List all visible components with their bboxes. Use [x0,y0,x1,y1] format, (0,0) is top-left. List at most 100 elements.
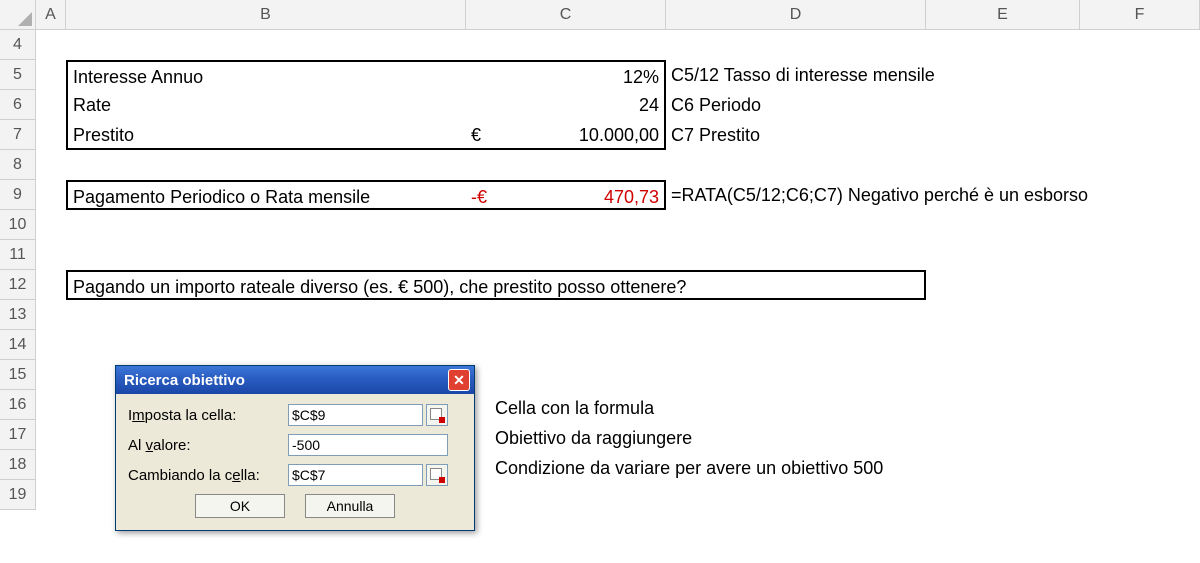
cell-F13[interactable] [1080,300,1200,330]
cell-B10[interactable] [66,210,466,240]
col-header-B[interactable]: B [66,0,466,30]
cell-C13[interactable] [466,300,666,330]
row-header-12[interactable]: 12 [0,270,36,300]
cell-F16[interactable] [1080,390,1200,420]
cell-A9[interactable] [36,180,66,210]
cell-A5[interactable] [36,60,66,90]
cell-F4[interactable] [1080,30,1200,60]
cell-E16[interactable] [926,390,1080,420]
row-header-13[interactable]: 13 [0,300,36,330]
cell-C14[interactable] [466,330,666,360]
cell-A14[interactable] [36,330,66,360]
row-header-10[interactable]: 10 [0,210,36,240]
cell-E8[interactable] [926,150,1080,180]
cell-F5[interactable] [1080,60,1200,90]
cell-A16[interactable] [36,390,66,420]
cell-A18[interactable] [36,450,66,480]
cell-E15[interactable] [926,360,1080,390]
cell-D10[interactable] [666,210,926,240]
row-header-18[interactable]: 18 [0,450,36,480]
cell-A15[interactable] [36,360,66,390]
cell-D6[interactable]: C6 Periodo [666,90,926,120]
cell-E11[interactable] [926,240,1080,270]
cell-A6[interactable] [36,90,66,120]
cell-C15[interactable] [466,360,666,390]
row-header-15[interactable]: 15 [0,360,36,390]
cell-A12[interactable] [36,270,66,300]
cell-B14[interactable] [66,330,466,360]
cell-E10[interactable] [926,210,1080,240]
cell-D14[interactable] [666,330,926,360]
col-header-E[interactable]: E [926,0,1080,30]
cell-D9[interactable]: =RATA(C5/12;C6;C7) Negativo perché è un … [666,180,926,210]
collapse-dialog-icon[interactable] [426,464,448,486]
ok-button[interactable]: OK [195,494,285,518]
cancel-button[interactable]: Annulla [305,494,395,518]
select-all-corner[interactable] [0,0,36,30]
cell-F18[interactable] [1080,450,1200,480]
row-header-14[interactable]: 14 [0,330,36,360]
cell-B11[interactable] [66,240,466,270]
to-value-input[interactable] [288,434,448,456]
cell-A8[interactable] [36,150,66,180]
cell-A11[interactable] [36,240,66,270]
col-header-D[interactable]: D [666,0,926,30]
cell-B12[interactable]: Pagando un importo rateale diverso (es. … [66,270,926,300]
cell-D5[interactable]: C5/12 Tasso di interesse mensile [666,60,926,90]
cell-C11[interactable] [466,240,666,270]
close-icon[interactable]: ✕ [448,369,470,391]
cell-E17[interactable] [926,420,1080,450]
row-header-7[interactable]: 7 [0,120,36,150]
set-cell-input[interactable] [288,404,423,426]
cell-F7[interactable] [1080,120,1200,150]
row-header-9[interactable]: 9 [0,180,36,210]
cell-D13[interactable] [666,300,926,330]
col-header-C[interactable]: C [466,0,666,30]
col-header-F[interactable]: F [1080,0,1200,30]
cell-D4[interactable] [666,30,926,60]
cell-C5[interactable]: 12% [466,60,666,90]
row-header-11[interactable]: 11 [0,240,36,270]
cell-E14[interactable] [926,330,1080,360]
cell-C10[interactable] [466,210,666,240]
cell-A4[interactable] [36,30,66,60]
cell-A13[interactable] [36,300,66,330]
row-header-8[interactable]: 8 [0,150,36,180]
cell-F11[interactable] [1080,240,1200,270]
cell-F9[interactable] [1080,180,1200,210]
cell-A17[interactable] [36,420,66,450]
cell-D11[interactable] [666,240,926,270]
dialog-titlebar[interactable]: Ricerca obiettivo ✕ [116,366,474,394]
cell-A10[interactable] [36,210,66,240]
cell-C6[interactable]: 24 [466,90,666,120]
cell-C9[interactable]: -€ 470,73 [466,180,666,210]
cell-F8[interactable] [1080,150,1200,180]
cell-D15[interactable] [666,360,926,390]
cell-C4[interactable] [466,30,666,60]
row-header-4[interactable]: 4 [0,30,36,60]
row-header-6[interactable]: 6 [0,90,36,120]
cell-C8[interactable] [466,150,666,180]
cell-B6[interactable]: Rate [66,90,466,120]
cell-D7[interactable]: C7 Prestito [666,120,926,150]
cell-F19[interactable] [1080,480,1200,510]
cell-D16[interactable] [666,390,926,420]
cell-F10[interactable] [1080,210,1200,240]
row-header-19[interactable]: 19 [0,480,36,510]
row-header-5[interactable]: 5 [0,60,36,90]
by-changing-cell-input[interactable] [288,464,423,486]
cell-B9[interactable]: Pagamento Periodico o Rata mensile [66,180,466,210]
cell-E18[interactable] [926,450,1080,480]
cell-A7[interactable] [36,120,66,150]
col-header-A[interactable]: A [36,0,66,30]
cell-E19[interactable] [926,480,1080,510]
cell-B4[interactable] [66,30,466,60]
row-header-16[interactable]: 16 [0,390,36,420]
cell-E7[interactable] [926,120,1080,150]
cell-D19[interactable] [666,480,926,510]
cell-B5[interactable]: Interesse Annuo [66,60,466,90]
cell-C7[interactable]: € 10.000,00 [466,120,666,150]
cell-E5[interactable] [926,60,1080,90]
cell-F17[interactable] [1080,420,1200,450]
cell-D17[interactable] [666,420,926,450]
